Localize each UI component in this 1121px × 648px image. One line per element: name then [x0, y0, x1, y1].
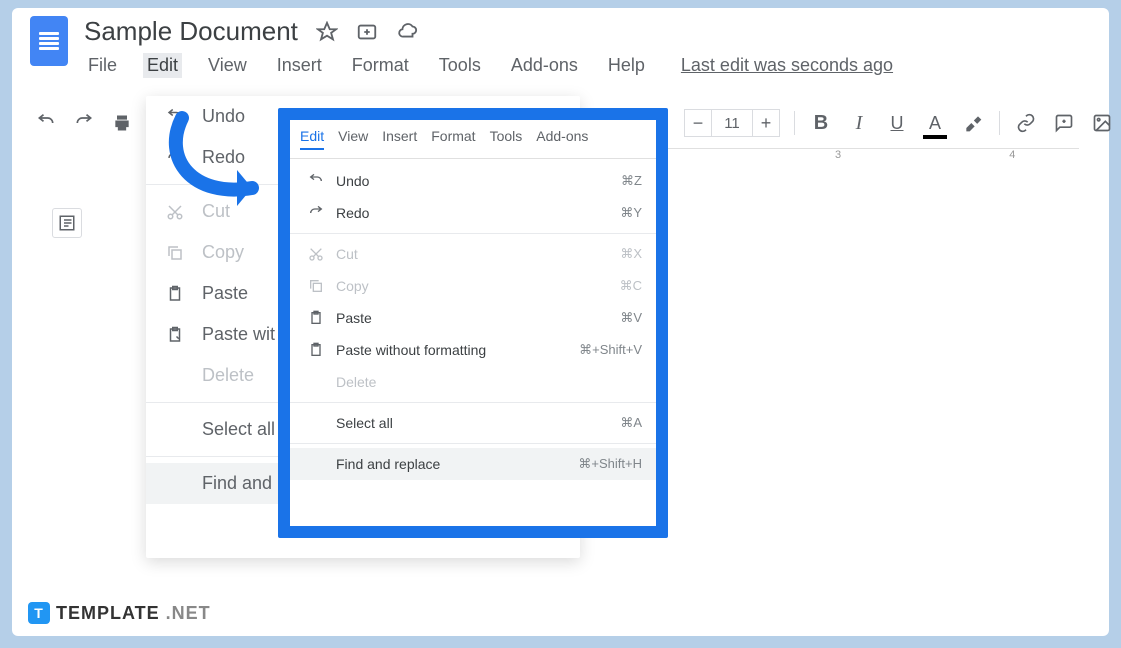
shortcut: ⌘V	[620, 310, 642, 326]
label: Undo	[336, 173, 621, 189]
label: Delete	[336, 374, 642, 390]
inner-redo[interactable]: Redo⌘Y	[290, 197, 656, 229]
inner-paste[interactable]: Paste⌘V	[290, 302, 656, 334]
menu-file[interactable]: File	[84, 53, 121, 78]
redo-icon	[304, 205, 328, 221]
inner-copy[interactable]: Copy⌘C	[290, 270, 656, 302]
menu-tools[interactable]: Tools	[435, 53, 485, 78]
italic-button[interactable]: I	[847, 111, 871, 135]
font-size-control: − 11 +	[684, 109, 780, 137]
ruler-mark: 3	[835, 149, 841, 161]
menu-edit[interactable]: Edit	[143, 53, 182, 78]
label: Find and replace	[336, 456, 578, 472]
inner-menu-addons[interactable]: Add-ons	[536, 128, 588, 150]
add-comment-icon[interactable]	[1052, 111, 1076, 135]
inner-undo[interactable]: Undo⌘Z	[290, 165, 656, 197]
menu-help[interactable]: Help	[604, 53, 649, 78]
label: Copy	[336, 278, 620, 294]
label: Undo	[202, 106, 245, 127]
inner-paste-wf[interactable]: Paste without formatting⌘+Shift+V	[290, 334, 656, 366]
insert-image-icon[interactable]	[1090, 111, 1114, 135]
inner-cut[interactable]: Cut⌘X	[290, 238, 656, 270]
inner-menu-edit[interactable]: Edit	[300, 128, 324, 150]
label: Select all	[202, 419, 275, 440]
undo-icon[interactable]	[34, 111, 58, 135]
last-edit-link[interactable]: Last edit was seconds ago	[681, 55, 893, 76]
document-title[interactable]: Sample Document	[84, 16, 298, 47]
shortcut: ⌘X	[620, 246, 642, 262]
watermark: T TEMPLATE .NET	[28, 602, 211, 624]
watermark-icon: T	[28, 602, 50, 624]
shortcut: ⌘Y	[620, 205, 642, 221]
font-size-decrease[interactable]: −	[684, 109, 712, 137]
label: Paste wit	[202, 324, 275, 345]
ruler-mark: 4	[1009, 149, 1015, 161]
outline-icon[interactable]	[52, 208, 82, 238]
text-color-button[interactable]: A	[923, 111, 947, 135]
menu-view[interactable]: View	[204, 53, 251, 78]
inner-select-all[interactable]: Select all⌘A	[290, 407, 656, 439]
move-icon[interactable]	[356, 21, 378, 43]
shortcut: ⌘A	[620, 415, 642, 431]
inner-menu-view[interactable]: View	[338, 128, 368, 150]
shortcut: ⌘+Shift+V	[579, 342, 642, 358]
shortcut: ⌘+Shift+H	[578, 456, 642, 472]
shortcut: ⌘C	[620, 278, 642, 294]
print-icon[interactable]	[110, 111, 134, 135]
inner-menubar: Edit View Insert Format Tools Add-ons	[290, 120, 656, 159]
shortcut: ⌘Z	[621, 173, 642, 189]
highlight-icon[interactable]	[961, 111, 985, 135]
insert-link-icon[interactable]	[1014, 111, 1038, 135]
undo-icon	[304, 173, 328, 189]
menu-format[interactable]: Format	[348, 53, 413, 78]
inner-menu-format[interactable]: Format	[431, 128, 475, 150]
star-icon[interactable]	[316, 21, 338, 43]
inner-delete[interactable]: Delete	[290, 366, 656, 398]
google-docs-logo[interactable]	[30, 16, 68, 66]
label: Delete	[202, 365, 254, 386]
underline-button[interactable]: U	[885, 111, 909, 135]
label: Paste	[336, 310, 620, 326]
callout-highlight: Edit View Insert Format Tools Add-ons Un…	[278, 108, 668, 538]
menu-addons[interactable]: Add-ons	[507, 53, 582, 78]
label: Copy	[202, 242, 244, 263]
font-size-value[interactable]: 11	[712, 109, 752, 137]
inner-menu-tools[interactable]: Tools	[490, 128, 523, 150]
cloud-icon[interactable]	[396, 21, 418, 43]
menubar: File Edit View Insert Format Tools Add-o…	[84, 53, 1091, 78]
label: Cut	[202, 201, 230, 222]
label: Select all	[336, 415, 620, 431]
menu-insert[interactable]: Insert	[273, 53, 326, 78]
watermark-ext: .NET	[166, 603, 211, 624]
label: Redo	[202, 147, 245, 168]
watermark-brand: TEMPLATE	[56, 603, 160, 624]
bold-button[interactable]: B	[809, 111, 833, 135]
inner-menu-insert[interactable]: Insert	[382, 128, 417, 150]
label: Paste	[202, 283, 248, 304]
font-size-increase[interactable]: +	[752, 109, 780, 137]
paste-wf-icon	[304, 342, 328, 358]
inner-find-replace[interactable]: Find and replace⌘+Shift+H	[290, 448, 656, 480]
cut-icon	[304, 246, 328, 262]
redo-icon[interactable]	[72, 111, 96, 135]
label: Find and	[202, 473, 272, 494]
label: Cut	[336, 246, 620, 262]
label: Redo	[336, 205, 620, 221]
paste-icon	[304, 310, 328, 326]
label: Paste without formatting	[336, 342, 579, 358]
copy-icon	[304, 278, 328, 294]
